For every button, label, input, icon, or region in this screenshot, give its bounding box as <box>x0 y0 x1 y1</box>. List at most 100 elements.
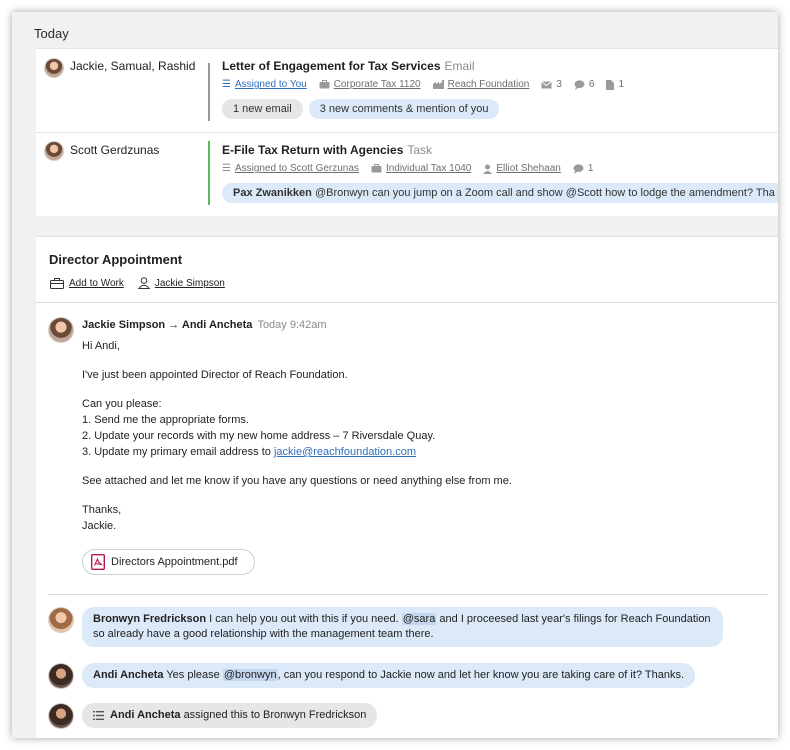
entity-link[interactable]: Corporate Tax 1120 <box>319 79 421 90</box>
message-recipient[interactable]: Andi Ancheta <box>182 319 253 331</box>
client-label: Reach Foundation <box>447 79 530 90</box>
item-meta: ☰ Assigned to You Corporate Tax 1120 Rea… <box>222 79 636 90</box>
comment-text: I can help you out with this if you need… <box>209 613 399 625</box>
comment-text: @Bronwyn can you jump on a Zoom call and… <box>314 187 775 199</box>
activity-list: Jackie, Samual, Rashid Letter of Engagem… <box>36 48 778 216</box>
status-bar <box>208 141 210 205</box>
mention[interactable]: @sara <box>401 613 437 625</box>
comment-text: so already have a good relationship with… <box>93 628 434 640</box>
list-item: 3. Update my primary email address to <box>82 446 271 458</box>
person-link[interactable]: Elliot Shehaan <box>483 163 561 174</box>
new-comments-pill[interactable]: 3 new comments & mention of you <box>308 99 500 119</box>
detail-title: Director Appointment <box>49 252 183 267</box>
message-sender[interactable]: Jackie Simpson <box>82 319 165 331</box>
attachment-chip[interactable]: Directors Appointment.pdf <box>82 549 255 575</box>
comment-text: Yes please <box>166 669 220 681</box>
event-actor: Andi Ancheta <box>110 709 181 721</box>
body-line: I've just been appointed Director of Rea… <box>82 369 348 381</box>
doc-count: 1 <box>606 79 624 90</box>
request-list: Can you please: 1. Send me the appropria… <box>82 396 512 460</box>
email-link[interactable]: jackie@reachfoundation.com <box>274 446 416 458</box>
section-header-today: Today <box>34 26 69 41</box>
avatar <box>48 607 74 633</box>
avatar <box>48 703 74 729</box>
item-title[interactable]: E-File Tax Return with Agencies Task <box>222 143 432 157</box>
greeting: Hi Andi, <box>82 340 120 352</box>
building-icon <box>432 80 444 89</box>
avatar <box>44 141 64 161</box>
message-header: Jackie Simpson → Andi Ancheta Today 9:42… <box>82 319 327 331</box>
item-meta: ☰ Assigned to Scott Gerzunas Individual … <box>222 163 605 174</box>
arrow-icon: → <box>168 319 180 331</box>
assigned-link[interactable]: ☰ Assigned to Scott Gerzunas <box>222 163 359 174</box>
detail-header: Director Appointment Add to Work Jackie … <box>36 237 778 303</box>
latest-comment-pill[interactable]: Pax Zwanikken @Bronwyn can you jump on a… <box>222 183 778 203</box>
detail-panel: Director Appointment Add to Work Jackie … <box>36 236 778 738</box>
body-line: See attached and let me know if you have… <box>82 475 512 487</box>
add-to-work-button[interactable]: Add to Work <box>50 277 124 289</box>
client-link[interactable]: Reach Foundation <box>432 79 530 90</box>
event-bubble: Andi Ancheta assigned this to Bronwyn Fr… <box>82 703 378 728</box>
comment-icon <box>573 163 584 174</box>
comment-count-value: 6 <box>588 79 595 90</box>
add-to-work-label: Add to Work <box>69 277 124 289</box>
body-line: Can you please: <box>82 398 162 410</box>
comment-author: Pax Zwanikken <box>233 187 312 199</box>
person-label: Elliot Shehaan <box>496 163 561 174</box>
event-text: assigned this to Bronwyn Fredrickson <box>183 709 367 721</box>
activity-pills: 1 new email 3 new comments & mention of … <box>222 99 505 119</box>
item-title[interactable]: Letter of Engagement for Tax Services Ema… <box>222 59 475 73</box>
list-icon: ☰ <box>222 163 231 174</box>
comment-author: Andi Ancheta <box>93 669 164 681</box>
briefcase-icon <box>319 80 330 89</box>
person-icon <box>137 277 150 289</box>
comment-bubble[interactable]: Bronwyn Fredrickson I can help you out w… <box>82 607 723 647</box>
owner-label: Jackie Simpson <box>154 277 225 289</box>
message-body: Hi Andi, I've just been appointed Direct… <box>82 338 512 547</box>
detail-actions: Add to Work Jackie Simpson <box>50 277 239 289</box>
item-kind: Task <box>407 143 433 157</box>
divider <box>48 594 768 595</box>
message-time: Today 9:42am <box>257 319 327 331</box>
comment-icon <box>574 79 585 90</box>
comment-count-value: 1 <box>587 163 594 174</box>
comment-author: Bronwyn Fredrickson <box>93 613 207 625</box>
avatar <box>48 317 74 343</box>
entity-link[interactable]: Individual Tax 1040 <box>371 163 471 174</box>
avatar <box>48 663 74 689</box>
owner-button[interactable]: Jackie Simpson <box>137 277 225 289</box>
item-kind: Email <box>444 59 475 73</box>
assigned-link[interactable]: ☰ Assigned to You <box>222 79 307 90</box>
assigned-label: Assigned to Scott Gerzunas <box>234 163 359 174</box>
participants: Scott Gerdzunas <box>70 143 160 157</box>
pdf-icon <box>91 554 105 570</box>
doc-count-value: 1 <box>618 79 625 90</box>
thanks-line: Thanks, <box>82 504 122 516</box>
activity-row[interactable]: Jackie, Samual, Rashid Letter of Engagem… <box>36 49 778 133</box>
comment-text: and I proceesed last year's filings for … <box>439 613 711 625</box>
assigned-label: Assigned to You <box>234 79 307 90</box>
avatar <box>44 58 64 78</box>
list-icon <box>93 711 104 720</box>
comment-bubble[interactable]: Andi Ancheta Yes please @bronwyn, can yo… <box>82 663 696 688</box>
list-icon: ☰ <box>222 79 231 90</box>
new-email-pill[interactable]: 1 new email <box>222 99 303 119</box>
item-title-text: E-File Tax Return with Agencies <box>222 143 404 157</box>
briefcase-icon <box>371 164 382 173</box>
activity-pills: Pax Zwanikken @Bronwyn can you jump on a… <box>222 183 778 203</box>
comment-count: 6 <box>574 79 595 90</box>
activity-row[interactable]: Scott Gerdzunas E-File Tax Return with A… <box>36 133 778 216</box>
mail-count: 3 <box>541 79 562 90</box>
item-title-text: Letter of Engagement for Tax Services <box>222 59 441 73</box>
mail-count-value: 3 <box>556 79 562 90</box>
status-bar <box>208 63 210 121</box>
app-window: Today Jackie, Samual, Rashid Letter of E… <box>12 12 778 738</box>
mention[interactable]: @bronwyn <box>222 669 278 681</box>
entity-label: Individual Tax 1040 <box>385 163 472 174</box>
person-icon <box>483 164 493 174</box>
comment-count: 1 <box>573 163 594 174</box>
attachment-name: Directors Appointment.pdf <box>111 556 238 568</box>
comment-text: , can you respond to Jackie now and let … <box>277 669 685 681</box>
document-icon <box>606 79 615 90</box>
participants: Jackie, Samual, Rashid <box>70 59 196 73</box>
